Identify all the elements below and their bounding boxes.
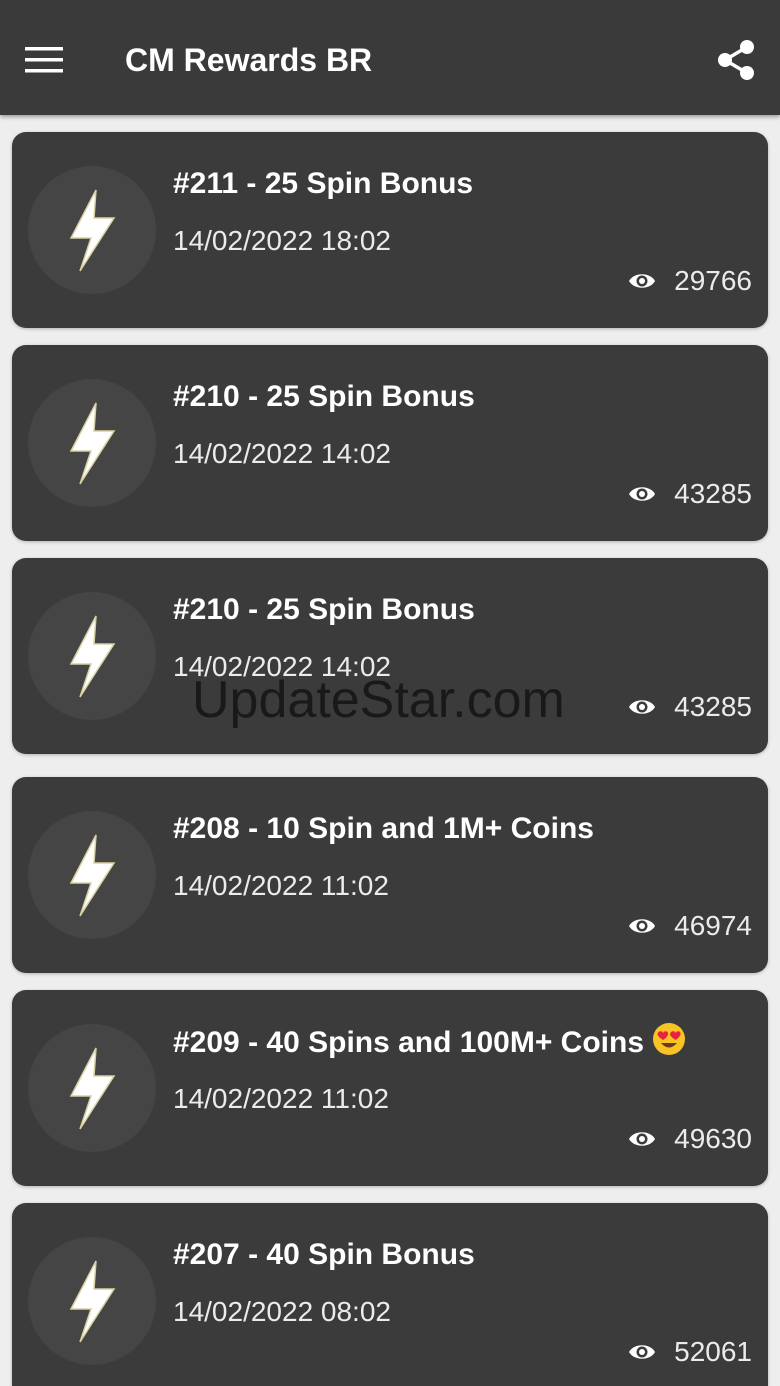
eye-icon bbox=[628, 1342, 656, 1362]
view-count-value: 43285 bbox=[674, 478, 752, 509]
reward-title: #210 - 25 Spin Bonus bbox=[173, 380, 475, 413]
reward-avatar bbox=[28, 1237, 156, 1365]
eye-icon bbox=[628, 697, 656, 717]
reward-card[interactable]: #208 - 10 Spin and 1M+ Coins 14/02/2022 … bbox=[12, 777, 768, 973]
lightning-bolt-icon bbox=[69, 615, 116, 698]
rewards-list[interactable]: #211 - 25 Spin Bonus 14/02/2022 18:02 29… bbox=[0, 115, 780, 1386]
view-count: 49630 bbox=[628, 1120, 752, 1158]
eye-icon bbox=[628, 1129, 656, 1149]
view-count: 46974 bbox=[628, 907, 752, 945]
reward-avatar bbox=[28, 379, 156, 507]
lightning-bolt-icon bbox=[69, 834, 116, 917]
lightning-bolt-icon bbox=[69, 1260, 116, 1343]
reward-card[interactable]: #209 - 40 Spins and 100M+ Coins 14/02/20… bbox=[12, 990, 768, 1186]
app-bar: CM Rewards BR bbox=[0, 0, 780, 115]
reward-avatar bbox=[28, 592, 156, 720]
view-count: 43285 bbox=[628, 688, 752, 726]
reward-avatar bbox=[28, 166, 156, 294]
eye-icon bbox=[628, 484, 656, 504]
view-count-value: 46974 bbox=[674, 910, 752, 941]
reward-card[interactable]: #207 - 40 Spin Bonus 14/02/2022 08:02 52… bbox=[12, 1203, 768, 1386]
share-icon bbox=[718, 40, 754, 80]
reward-title-text: #209 - 40 Spins and 100M+ Coins bbox=[173, 1026, 645, 1059]
app-title: CM Rewards BR bbox=[125, 42, 373, 78]
eye-icon bbox=[628, 271, 656, 291]
view-count: 43285 bbox=[628, 475, 752, 513]
reward-avatar bbox=[28, 811, 156, 939]
reward-date: 14/02/2022 14:02 bbox=[173, 651, 391, 682]
heart-eyes-emoji bbox=[653, 1023, 686, 1055]
reward-card[interactable]: #210 - 25 Spin Bonus 14/02/2022 14:02 43… bbox=[12, 558, 768, 754]
view-count-value: 49630 bbox=[674, 1123, 752, 1154]
reward-date: 14/02/2022 11:02 bbox=[173, 870, 389, 901]
view-count: 52061 bbox=[628, 1333, 752, 1371]
view-count: 29766 bbox=[628, 262, 752, 300]
menu-button[interactable] bbox=[14, 32, 74, 88]
reward-date: 14/02/2022 18:02 bbox=[173, 225, 391, 256]
reward-title: #211 - 25 Spin Bonus bbox=[173, 167, 474, 200]
view-count-value: 43285 bbox=[674, 691, 752, 722]
eye-icon bbox=[628, 916, 656, 936]
reward-date: 14/02/2022 08:02 bbox=[173, 1296, 391, 1327]
reward-date: 14/02/2022 11:02 bbox=[173, 1083, 389, 1114]
reward-card[interactable]: #210 - 25 Spin Bonus 14/02/2022 14:02 43… bbox=[12, 345, 768, 541]
reward-title: #209 - 40 Spins and 100M+ Coins bbox=[173, 1022, 686, 1063]
reward-card[interactable]: #211 - 25 Spin Bonus 14/02/2022 18:02 29… bbox=[12, 132, 768, 328]
view-count-value: 29766 bbox=[674, 265, 752, 296]
share-button[interactable] bbox=[708, 32, 764, 88]
reward-avatar bbox=[28, 1024, 156, 1152]
reward-title: #208 - 10 Spin and 1M+ Coins bbox=[173, 812, 594, 845]
reward-title: #210 - 25 Spin Bonus bbox=[173, 593, 475, 626]
lightning-bolt-icon bbox=[69, 1047, 116, 1130]
reward-title: #207 - 40 Spin Bonus bbox=[173, 1238, 475, 1271]
hamburger-menu-icon bbox=[25, 47, 63, 73]
lightning-bolt-icon bbox=[69, 402, 116, 485]
reward-date: 14/02/2022 14:02 bbox=[173, 438, 391, 469]
lightning-bolt-icon bbox=[69, 189, 116, 272]
view-count-value: 52061 bbox=[674, 1336, 752, 1367]
